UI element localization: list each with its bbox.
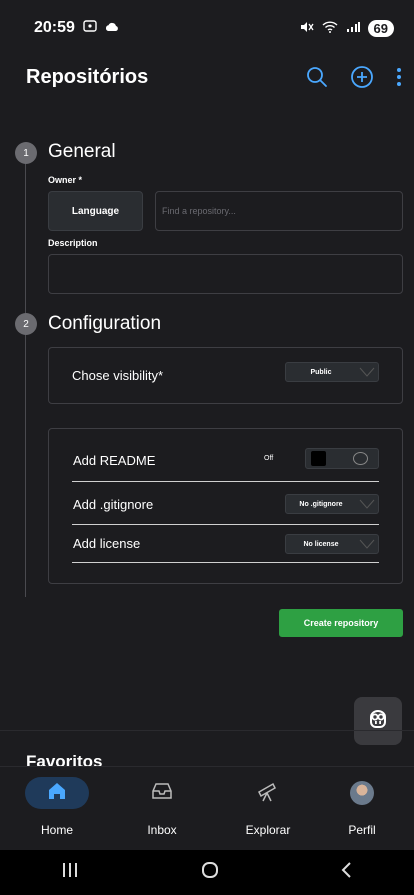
- chevron-down-icon: [356, 495, 378, 513]
- toggle-knob: [311, 451, 326, 466]
- home-button-icon[interactable]: [200, 860, 220, 885]
- section-title-general: General: [48, 141, 116, 162]
- language-button[interactable]: Language: [48, 191, 143, 231]
- section-title-configuration: Configuration: [48, 313, 162, 334]
- inbox-icon: [151, 781, 173, 806]
- divider: [72, 524, 379, 525]
- nav-label-perfil: Perfil: [348, 823, 376, 837]
- nav-item-explorar[interactable]: Explorar: [218, 767, 318, 851]
- telescope-icon: [256, 779, 280, 808]
- add-circle-icon[interactable]: [350, 65, 374, 89]
- nav-item-perfil[interactable]: Perfil: [312, 767, 412, 851]
- license-label: Add license: [73, 536, 141, 551]
- nav-item-inbox[interactable]: Inbox: [112, 767, 212, 851]
- wifi-icon: [322, 20, 338, 36]
- chevron-down-icon: [356, 535, 378, 553]
- license-select[interactable]: No license: [285, 534, 379, 554]
- status-bar: 20:59 69: [0, 0, 414, 56]
- owner-label: Owner *: [48, 175, 83, 185]
- description-field[interactable]: [48, 254, 403, 294]
- readme-toggle-state: Off: [264, 455, 274, 462]
- page-title: Repositórios: [26, 65, 149, 88]
- nav-perfil-pill: [330, 777, 394, 809]
- divider: [72, 481, 379, 482]
- visibility-value: Public: [310, 368, 332, 376]
- more-options-icon[interactable]: [396, 67, 402, 87]
- gitignore-select[interactable]: No .gitignore: [285, 494, 379, 514]
- home-icon: [47, 781, 67, 806]
- create-repository-button[interactable]: Create repository: [279, 609, 403, 637]
- visibility-select[interactable]: Public: [285, 362, 379, 382]
- search-icon[interactable]: [306, 66, 328, 88]
- signal-icon: [346, 21, 360, 36]
- nav-inbox-pill: [130, 777, 194, 809]
- description-label: Description: [48, 238, 98, 248]
- stepper-line: [25, 152, 26, 597]
- nav-explorar-pill: [236, 777, 300, 809]
- gitignore-value: No .gitignore: [299, 500, 343, 508]
- gitignore-label: Add .gitignore: [73, 497, 154, 512]
- repository-search-input[interactable]: [155, 191, 403, 231]
- separator: [0, 730, 414, 731]
- step-number-2: 2: [15, 313, 37, 335]
- recent-apps-icon[interactable]: [60, 861, 80, 884]
- system-navigation-bar: [0, 850, 414, 895]
- readme-label: Add README: [73, 453, 156, 468]
- toggle-circle-icon: [353, 452, 368, 465]
- readme-toggle[interactable]: [305, 448, 379, 469]
- mute-icon: [300, 21, 314, 36]
- divider: [72, 562, 379, 563]
- avatar: [350, 781, 374, 805]
- nav-label-home: Home: [40, 823, 73, 837]
- battery-indicator: 69: [367, 19, 394, 37]
- favorites-heading: Favoritos: [26, 752, 103, 766]
- cloud-icon: [105, 19, 119, 37]
- bottom-navigation: Home Inbox Explorar Perfil: [0, 766, 414, 850]
- back-icon[interactable]: [340, 860, 354, 885]
- license-value: No license: [303, 540, 339, 548]
- nav-item-home[interactable]: Home: [7, 767, 107, 851]
- nav-label-inbox: Inbox: [147, 823, 177, 837]
- chevron-down-icon: [356, 363, 378, 381]
- copilot-button[interactable]: [354, 697, 402, 745]
- screenshot-icon: [83, 19, 97, 37]
- nav-label-explorar: Explorar: [245, 823, 291, 837]
- step-number-1: 1: [15, 142, 37, 164]
- status-time: 20:59: [34, 19, 75, 36]
- visibility-label: Chose visibility*: [72, 368, 164, 383]
- nav-home-pill: [25, 777, 89, 809]
- app-bar: Repositórios: [0, 56, 414, 98]
